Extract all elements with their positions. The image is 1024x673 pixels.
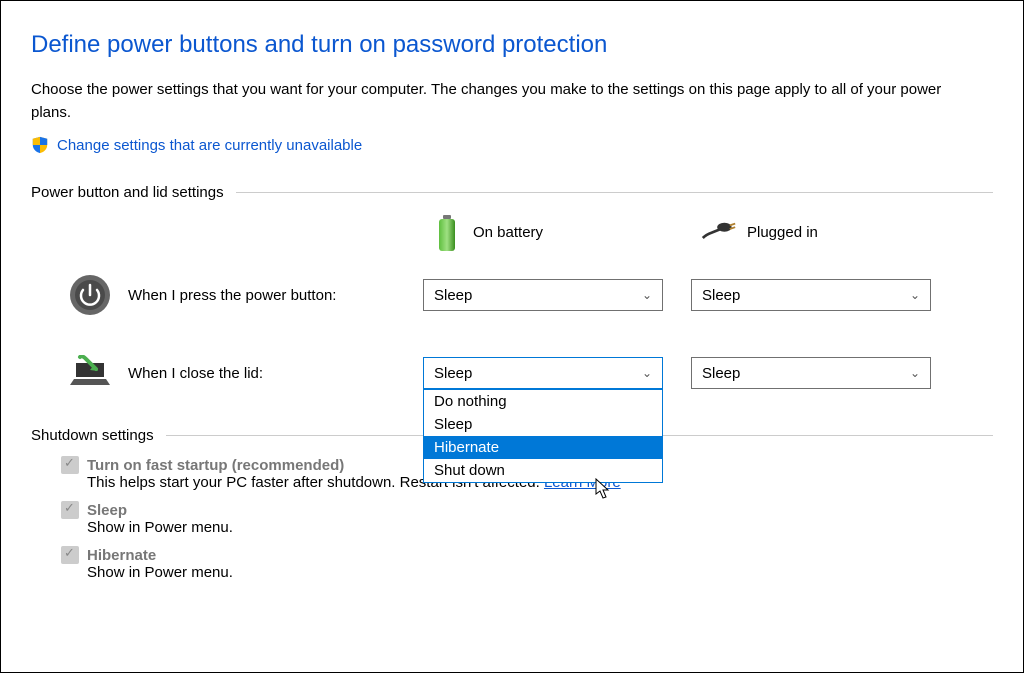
row-power-button: When I press the power button: Sleep ⌄ S… <box>31 271 993 319</box>
checkbox-fast-startup <box>61 456 79 474</box>
dropdown-value: Sleep <box>702 365 740 382</box>
chevron-down-icon: ⌄ <box>642 288 652 302</box>
chevron-down-icon: ⌄ <box>910 366 920 380</box>
dropdown-close-lid-battery[interactable]: Sleep ⌄ Do nothing Sleep Hibernate Shut … <box>423 357 663 389</box>
dropdown-item-hibernate[interactable]: Hibernate <box>424 436 662 459</box>
col-battery-label: On battery <box>473 224 543 241</box>
col-plugged: Plugged in <box>701 220 951 244</box>
row-power-button-label: When I press the power button: <box>128 287 423 304</box>
chk-sleep-desc: Show in Power menu. <box>61 519 993 536</box>
section-label-shutdown: Shutdown settings <box>31 427 154 444</box>
dropdown-value: Sleep <box>434 365 472 382</box>
uac-link[interactable]: Change settings that are currently unava… <box>57 137 362 154</box>
page-description: Choose the power settings that you want … <box>31 79 971 124</box>
row-close-lid-label: When I close the lid: <box>128 365 423 382</box>
dropdown-power-button-battery[interactable]: Sleep ⌄ <box>423 279 663 311</box>
chk-hibernate-label: Hibernate <box>87 547 156 564</box>
dropdown-item-shut-down[interactable]: Shut down <box>424 459 662 482</box>
section-header-power-lid: Power button and lid settings <box>31 184 993 201</box>
power-button-icon <box>66 271 114 319</box>
col-battery: On battery <box>431 213 681 251</box>
laptop-lid-icon <box>66 349 114 397</box>
plug-icon <box>701 220 737 244</box>
page-title: Define power buttons and turn on passwor… <box>31 31 993 59</box>
checkbox-sleep <box>61 501 79 519</box>
chevron-down-icon: ⌄ <box>642 366 652 380</box>
columns-header: On battery Plugged in <box>31 213 993 251</box>
checkbox-hibernate <box>61 546 79 564</box>
battery-icon <box>431 213 463 251</box>
uac-change-settings-line[interactable]: Change settings that are currently unava… <box>31 136 993 154</box>
dropdown-close-lid-plugged[interactable]: Sleep ⌄ <box>691 357 931 389</box>
shutdown-item-sleep: Sleep Show in Power menu. <box>31 501 993 536</box>
dropdown-item-sleep[interactable]: Sleep <box>424 413 662 436</box>
shutdown-item-hibernate: Hibernate Show in Power menu. <box>31 546 993 581</box>
chk-hibernate-desc: Show in Power menu. <box>61 564 993 581</box>
row-close-lid: When I close the lid: Sleep ⌄ Do nothing… <box>31 349 993 397</box>
dropdown-value: Sleep <box>434 287 472 304</box>
dropdown-list: Do nothing Sleep Hibernate Shut down <box>423 389 663 483</box>
section-label-power-lid: Power button and lid settings <box>31 184 224 201</box>
dropdown-item-do-nothing[interactable]: Do nothing <box>424 390 662 413</box>
col-plugged-label: Plugged in <box>747 224 818 241</box>
divider <box>236 192 993 193</box>
chevron-down-icon: ⌄ <box>910 288 920 302</box>
chk-sleep-label: Sleep <box>87 502 127 519</box>
chk-fast-startup-label: Turn on fast startup (recommended) <box>87 457 344 474</box>
dropdown-value: Sleep <box>702 287 740 304</box>
power-lid-section: Power button and lid settings <box>31 184 993 397</box>
dropdown-power-button-plugged[interactable]: Sleep ⌄ <box>691 279 931 311</box>
uac-shield-icon <box>31 136 49 154</box>
